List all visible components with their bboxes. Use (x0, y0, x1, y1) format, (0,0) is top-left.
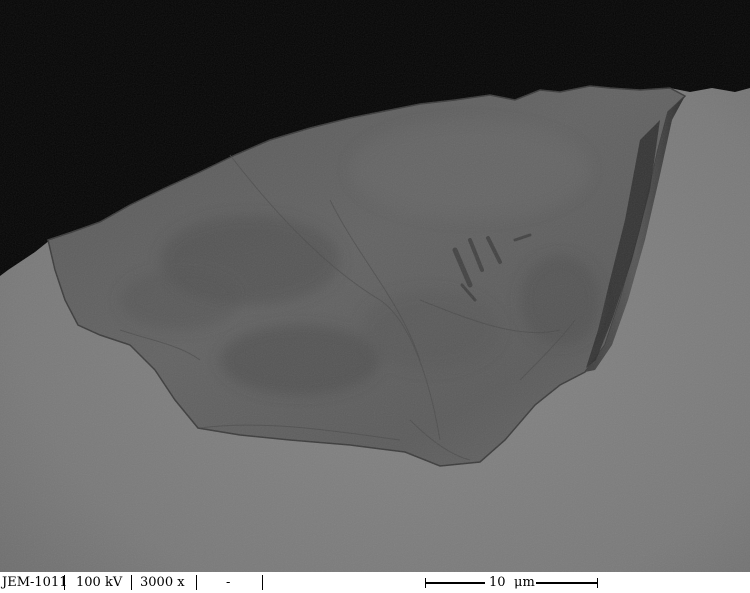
instrument-data-bar: JEM-1011 100 kV 3000 x - 10 μm (0, 572, 750, 593)
tem-micrograph (0, 0, 750, 572)
scale-bar-unit: μm (514, 575, 535, 590)
image-grain (0, 0, 750, 572)
accelerating-voltage: 100 kV (76, 575, 123, 590)
spare-field: - (226, 575, 231, 590)
separator (196, 575, 197, 590)
separator (131, 575, 132, 590)
scale-bar-right-tick (597, 578, 598, 588)
magnification: 3000 x (140, 575, 185, 590)
scale-bar-value: 10 (489, 575, 506, 590)
instrument-name: JEM-1011 (2, 575, 68, 590)
separator (64, 575, 65, 590)
scale-bar-line-right (536, 582, 598, 584)
tem-image-viewer: JEM-1011 100 kV 3000 x - 10 μm (0, 0, 750, 593)
separator (262, 575, 263, 590)
scale-bar-line-left (425, 582, 485, 584)
